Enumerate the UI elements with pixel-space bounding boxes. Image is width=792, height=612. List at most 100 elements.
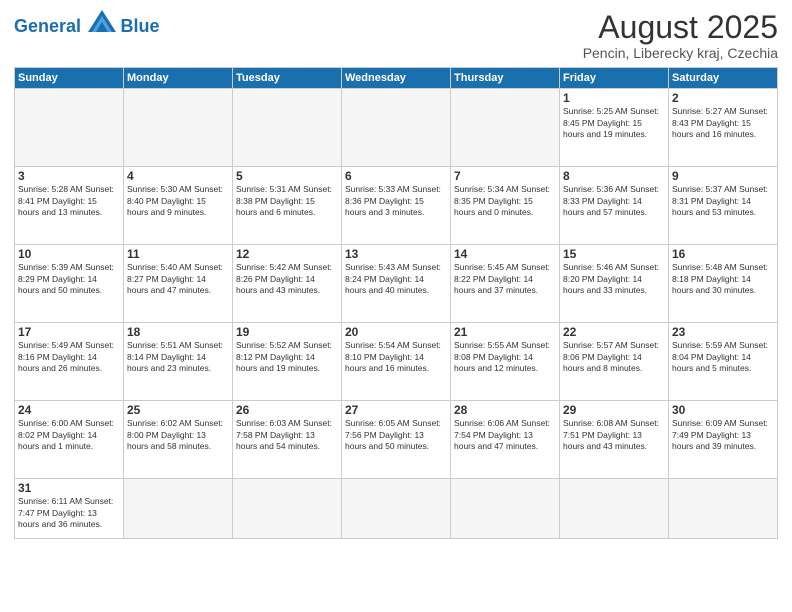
table-cell bbox=[451, 479, 560, 539]
header-thursday: Thursday bbox=[451, 68, 560, 89]
calendar-title: August 2025 bbox=[583, 10, 778, 45]
day-number: 21 bbox=[454, 325, 556, 339]
day-number: 20 bbox=[345, 325, 447, 339]
header-wednesday: Wednesday bbox=[342, 68, 451, 89]
day-info: Sunrise: 5:31 AM Sunset: 8:38 PM Dayligh… bbox=[236, 184, 338, 218]
table-cell: 1Sunrise: 5:25 AM Sunset: 8:45 PM Daylig… bbox=[560, 89, 669, 167]
day-number: 22 bbox=[563, 325, 665, 339]
table-cell: 30Sunrise: 6:09 AM Sunset: 7:49 PM Dayli… bbox=[669, 401, 778, 479]
day-info: Sunrise: 5:27 AM Sunset: 8:43 PM Dayligh… bbox=[672, 106, 774, 140]
day-info: Sunrise: 5:59 AM Sunset: 8:04 PM Dayligh… bbox=[672, 340, 774, 374]
table-cell: 21Sunrise: 5:55 AM Sunset: 8:08 PM Dayli… bbox=[451, 323, 560, 401]
day-info: Sunrise: 5:46 AM Sunset: 8:20 PM Dayligh… bbox=[563, 262, 665, 296]
table-cell: 4Sunrise: 5:30 AM Sunset: 8:40 PM Daylig… bbox=[124, 167, 233, 245]
table-cell: 24Sunrise: 6:00 AM Sunset: 8:02 PM Dayli… bbox=[15, 401, 124, 479]
day-info: Sunrise: 5:37 AM Sunset: 8:31 PM Dayligh… bbox=[672, 184, 774, 218]
table-cell: 14Sunrise: 5:45 AM Sunset: 8:22 PM Dayli… bbox=[451, 245, 560, 323]
calendar-subtitle: Pencin, Liberecky kraj, Czechia bbox=[583, 45, 778, 61]
header-saturday: Saturday bbox=[669, 68, 778, 89]
table-cell: 20Sunrise: 5:54 AM Sunset: 8:10 PM Dayli… bbox=[342, 323, 451, 401]
day-number: 4 bbox=[127, 169, 229, 183]
day-number: 24 bbox=[18, 403, 120, 417]
day-info: Sunrise: 5:28 AM Sunset: 8:41 PM Dayligh… bbox=[18, 184, 120, 218]
table-cell: 22Sunrise: 5:57 AM Sunset: 8:06 PM Dayli… bbox=[560, 323, 669, 401]
logo: General Blue bbox=[14, 10, 160, 37]
logo-icon bbox=[88, 10, 116, 32]
calendar-header-row: Sunday Monday Tuesday Wednesday Thursday… bbox=[15, 68, 778, 89]
table-cell bbox=[233, 89, 342, 167]
page: General Blue August 2025 Pencin, Liberec… bbox=[0, 0, 792, 612]
table-cell: 18Sunrise: 5:51 AM Sunset: 8:14 PM Dayli… bbox=[124, 323, 233, 401]
day-number: 15 bbox=[563, 247, 665, 261]
table-cell: 27Sunrise: 6:05 AM Sunset: 7:56 PM Dayli… bbox=[342, 401, 451, 479]
table-cell bbox=[451, 89, 560, 167]
day-info: Sunrise: 5:30 AM Sunset: 8:40 PM Dayligh… bbox=[127, 184, 229, 218]
table-cell: 10Sunrise: 5:39 AM Sunset: 8:29 PM Dayli… bbox=[15, 245, 124, 323]
table-cell: 28Sunrise: 6:06 AM Sunset: 7:54 PM Dayli… bbox=[451, 401, 560, 479]
day-number: 12 bbox=[236, 247, 338, 261]
day-number: 18 bbox=[127, 325, 229, 339]
day-info: Sunrise: 5:55 AM Sunset: 8:08 PM Dayligh… bbox=[454, 340, 556, 374]
day-number: 17 bbox=[18, 325, 120, 339]
table-cell: 12Sunrise: 5:42 AM Sunset: 8:26 PM Dayli… bbox=[233, 245, 342, 323]
day-number: 6 bbox=[345, 169, 447, 183]
day-number: 9 bbox=[672, 169, 774, 183]
table-cell: 11Sunrise: 5:40 AM Sunset: 8:27 PM Dayli… bbox=[124, 245, 233, 323]
day-info: Sunrise: 5:57 AM Sunset: 8:06 PM Dayligh… bbox=[563, 340, 665, 374]
day-info: Sunrise: 5:36 AM Sunset: 8:33 PM Dayligh… bbox=[563, 184, 665, 218]
day-info: Sunrise: 5:51 AM Sunset: 8:14 PM Dayligh… bbox=[127, 340, 229, 374]
header-tuesday: Tuesday bbox=[233, 68, 342, 89]
day-info: Sunrise: 5:43 AM Sunset: 8:24 PM Dayligh… bbox=[345, 262, 447, 296]
table-cell: 31Sunrise: 6:11 AM Sunset: 7:47 PM Dayli… bbox=[15, 479, 124, 539]
logo-general: General bbox=[14, 16, 81, 36]
table-cell: 16Sunrise: 5:48 AM Sunset: 8:18 PM Dayli… bbox=[669, 245, 778, 323]
day-number: 11 bbox=[127, 247, 229, 261]
day-number: 13 bbox=[345, 247, 447, 261]
day-info: Sunrise: 5:39 AM Sunset: 8:29 PM Dayligh… bbox=[18, 262, 120, 296]
table-cell: 26Sunrise: 6:03 AM Sunset: 7:58 PM Dayli… bbox=[233, 401, 342, 479]
table-cell: 17Sunrise: 5:49 AM Sunset: 8:16 PM Dayli… bbox=[15, 323, 124, 401]
table-cell: 19Sunrise: 5:52 AM Sunset: 8:12 PM Dayli… bbox=[233, 323, 342, 401]
day-info: Sunrise: 5:33 AM Sunset: 8:36 PM Dayligh… bbox=[345, 184, 447, 218]
table-cell bbox=[15, 89, 124, 167]
day-info: Sunrise: 6:05 AM Sunset: 7:56 PM Dayligh… bbox=[345, 418, 447, 452]
day-info: Sunrise: 5:52 AM Sunset: 8:12 PM Dayligh… bbox=[236, 340, 338, 374]
day-info: Sunrise: 6:06 AM Sunset: 7:54 PM Dayligh… bbox=[454, 418, 556, 452]
day-info: Sunrise: 6:11 AM Sunset: 7:47 PM Dayligh… bbox=[18, 496, 120, 530]
logo-blue: Blue bbox=[121, 16, 160, 36]
logo-text: General bbox=[14, 16, 86, 36]
day-info: Sunrise: 5:42 AM Sunset: 8:26 PM Dayligh… bbox=[236, 262, 338, 296]
table-cell: 13Sunrise: 5:43 AM Sunset: 8:24 PM Dayli… bbox=[342, 245, 451, 323]
table-cell: 25Sunrise: 6:02 AM Sunset: 8:00 PM Dayli… bbox=[124, 401, 233, 479]
day-number: 16 bbox=[672, 247, 774, 261]
table-cell: 7Sunrise: 5:34 AM Sunset: 8:35 PM Daylig… bbox=[451, 167, 560, 245]
day-number: 19 bbox=[236, 325, 338, 339]
day-info: Sunrise: 5:48 AM Sunset: 8:18 PM Dayligh… bbox=[672, 262, 774, 296]
day-number: 14 bbox=[454, 247, 556, 261]
day-info: Sunrise: 6:00 AM Sunset: 8:02 PM Dayligh… bbox=[18, 418, 120, 452]
table-cell bbox=[124, 89, 233, 167]
calendar-table: Sunday Monday Tuesday Wednesday Thursday… bbox=[14, 67, 778, 539]
table-cell bbox=[233, 479, 342, 539]
day-info: Sunrise: 5:34 AM Sunset: 8:35 PM Dayligh… bbox=[454, 184, 556, 218]
title-block: August 2025 Pencin, Liberecky kraj, Czec… bbox=[583, 10, 778, 61]
day-info: Sunrise: 5:54 AM Sunset: 8:10 PM Dayligh… bbox=[345, 340, 447, 374]
header-sunday: Sunday bbox=[15, 68, 124, 89]
table-cell: 15Sunrise: 5:46 AM Sunset: 8:20 PM Dayli… bbox=[560, 245, 669, 323]
table-cell: 9Sunrise: 5:37 AM Sunset: 8:31 PM Daylig… bbox=[669, 167, 778, 245]
table-cell: 29Sunrise: 6:08 AM Sunset: 7:51 PM Dayli… bbox=[560, 401, 669, 479]
day-info: Sunrise: 6:03 AM Sunset: 7:58 PM Dayligh… bbox=[236, 418, 338, 452]
table-cell: 2Sunrise: 5:27 AM Sunset: 8:43 PM Daylig… bbox=[669, 89, 778, 167]
day-number: 26 bbox=[236, 403, 338, 417]
day-number: 27 bbox=[345, 403, 447, 417]
table-cell bbox=[342, 89, 451, 167]
table-cell: 23Sunrise: 5:59 AM Sunset: 8:04 PM Dayli… bbox=[669, 323, 778, 401]
day-number: 31 bbox=[18, 481, 120, 495]
day-number: 7 bbox=[454, 169, 556, 183]
day-info: Sunrise: 5:45 AM Sunset: 8:22 PM Dayligh… bbox=[454, 262, 556, 296]
day-number: 3 bbox=[18, 169, 120, 183]
day-info: Sunrise: 5:49 AM Sunset: 8:16 PM Dayligh… bbox=[18, 340, 120, 374]
day-number: 29 bbox=[563, 403, 665, 417]
table-cell bbox=[342, 479, 451, 539]
table-cell bbox=[124, 479, 233, 539]
